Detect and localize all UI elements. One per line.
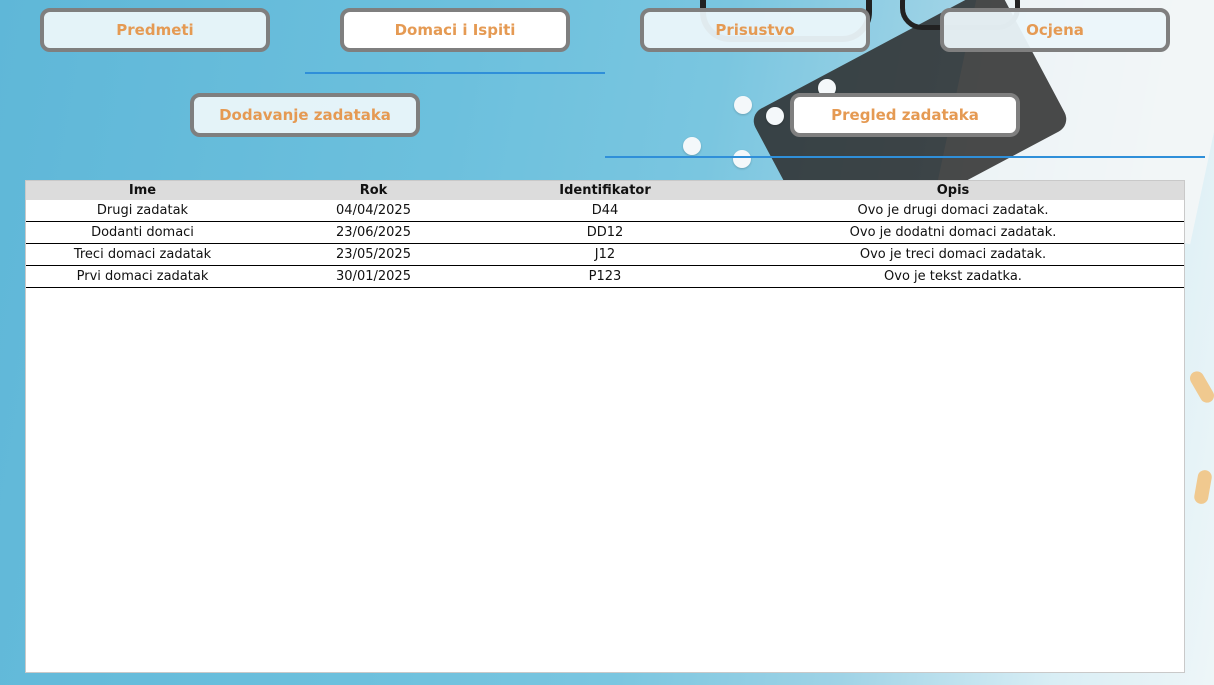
background-pill (734, 96, 752, 114)
background-pill (683, 137, 701, 155)
cell-rok: 30/01/2025 (336, 269, 411, 284)
column-header-rok[interactable]: Rok (259, 183, 488, 198)
cell-identifikator: P123 (588, 269, 622, 284)
tab-ocjena[interactable]: Ocjena (940, 8, 1170, 52)
cell-identifikator: J12 (594, 247, 616, 262)
cell-ime: Prvi domaci zadatak (76, 269, 209, 284)
active-tab-underline (305, 72, 605, 74)
tab-predmeti[interactable]: Predmeti (40, 8, 270, 52)
background-capsule (1187, 368, 1214, 406)
background-pill (733, 150, 751, 168)
cell-ime: Treci domaci zadatak (73, 247, 212, 262)
tab-dodavanje-zadataka[interactable]: Dodavanje zadataka (190, 93, 420, 137)
background-pill (766, 107, 784, 125)
cell-identifikator: D44 (591, 203, 619, 218)
tab-domaci-i-ispiti[interactable]: Domaci i Ispiti (340, 8, 570, 52)
column-header-opis[interactable]: Opis (722, 183, 1184, 198)
tab-prisustvo[interactable]: Prisustvo (640, 8, 870, 52)
cell-opis: Ovo je treci domaci zadatak. (859, 247, 1047, 262)
table-header: Ime Rok Identifikator Opis (26, 181, 1184, 200)
cell-opis: Ovo je drugi domaci zadatak. (857, 203, 1049, 218)
cell-rok: 23/05/2025 (336, 247, 411, 262)
table-row[interactable]: Dodanti domaci 23/06/2025 DD12 Ovo je do… (26, 222, 1184, 244)
tasks-table[interactable]: Ime Rok Identifikator Opis Drugi zadatak… (25, 180, 1185, 673)
cell-rok: 04/04/2025 (336, 203, 411, 218)
cell-opis: Ovo je tekst zadatka. (884, 269, 1022, 284)
table-row[interactable]: Treci domaci zadatak 23/05/2025 J12 Ovo … (26, 244, 1184, 266)
column-header-ime[interactable]: Ime (26, 183, 259, 198)
tab-pregled-zadataka[interactable]: Pregled zadataka (790, 93, 1020, 137)
cell-ime: Dodanti domaci (91, 225, 194, 240)
cell-rok: 23/06/2025 (336, 225, 411, 240)
cell-opis: Ovo je dodatni domaci zadatak. (849, 225, 1057, 240)
background-capsule (1193, 469, 1213, 505)
cell-ime: Drugi zadatak (96, 203, 189, 218)
table-row[interactable]: Prvi domaci zadatak 30/01/2025 P123 Ovo … (26, 266, 1184, 288)
cell-identifikator: DD12 (586, 225, 624, 240)
table-row[interactable]: Drugi zadatak 04/04/2025 D44 Ovo je drug… (26, 200, 1184, 222)
active-subtab-underline (605, 156, 1205, 158)
column-header-identifikator[interactable]: Identifikator (488, 183, 722, 198)
